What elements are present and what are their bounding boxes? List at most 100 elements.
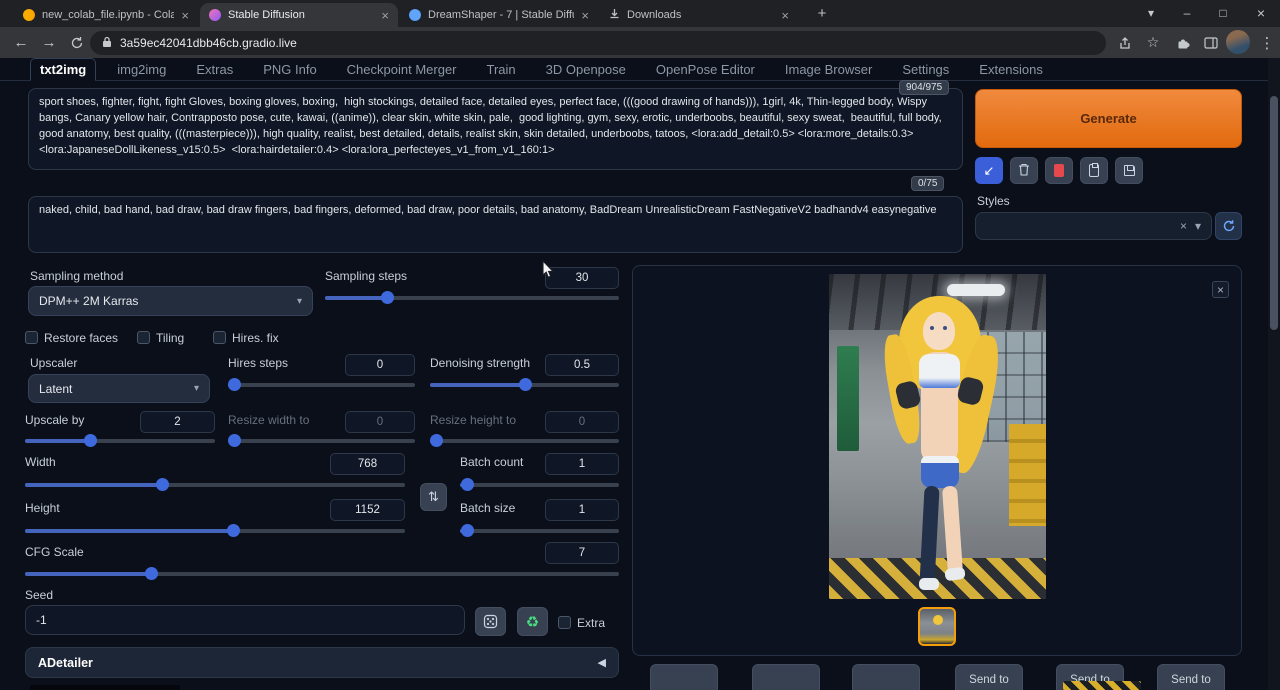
address-bar[interactable]: 3a59ec42041dbb46cb.gradio.live xyxy=(90,31,1106,55)
extra-networks-button[interactable] xyxy=(1045,157,1073,184)
extensions-puzzle-icon[interactable] xyxy=(1170,30,1196,55)
random-seed-button[interactable] xyxy=(475,607,506,636)
save-button[interactable] xyxy=(650,664,718,690)
tab-3d-openpose[interactable]: 3D Openpose xyxy=(537,59,635,80)
window-maximize-button[interactable]: □ xyxy=(1206,0,1240,26)
bookmark-star-icon[interactable]: ☆ xyxy=(1140,30,1166,55)
width-slider[interactable] xyxy=(25,477,405,492)
tab-openpose-editor[interactable]: OpenPose Editor xyxy=(647,59,764,80)
resize-width-slider[interactable] xyxy=(228,433,415,448)
send-button-3[interactable] xyxy=(852,664,920,690)
resize-height-input[interactable]: 0 xyxy=(545,411,619,433)
tab-extras[interactable]: Extras xyxy=(187,59,242,80)
gallery-close-icon[interactable]: × xyxy=(1212,281,1229,298)
trash-icon xyxy=(1018,163,1030,179)
chevron-down-icon: ▾ xyxy=(297,296,302,307)
hires-steps-slider[interactable] xyxy=(228,377,415,392)
zip-button[interactable] xyxy=(752,664,820,690)
reuse-seed-button[interactable]: ♻ xyxy=(517,607,548,636)
clear-prompt-button[interactable] xyxy=(1010,157,1038,184)
cfg-scale-slider[interactable] xyxy=(25,566,619,581)
restore-faces-checkbox[interactable] xyxy=(25,331,38,344)
window-close-button[interactable]: × xyxy=(1244,0,1278,26)
send-to-extras-button[interactable]: Send to xyxy=(1157,664,1225,690)
refresh-styles-button[interactable] xyxy=(1215,212,1242,240)
profile-avatar[interactable] xyxy=(1226,30,1250,54)
restore-faces-label: Restore faces xyxy=(44,331,118,345)
denoising-strength-slider[interactable] xyxy=(430,377,619,392)
width-label: Width xyxy=(25,455,56,469)
height-input[interactable]: 1152 xyxy=(330,499,405,521)
sampling-method-dropdown[interactable]: DPM++ 2M Karras ▾ xyxy=(28,286,313,316)
tab-image-browser[interactable]: Image Browser xyxy=(776,59,881,80)
generated-image[interactable] xyxy=(829,274,1046,599)
cfg-scale-input[interactable]: 7 xyxy=(545,542,619,564)
prompt-input[interactable]: sport shoes, fighter, fight, fight Glove… xyxy=(28,88,963,170)
window-minimize-button[interactable]: – xyxy=(1170,0,1204,26)
chevron-down-icon: ▾ xyxy=(194,383,199,394)
scrollbar-thumb[interactable] xyxy=(1270,96,1278,330)
sampling-steps-slider[interactable] xyxy=(325,290,619,305)
forward-icon[interactable]: → xyxy=(36,30,62,55)
tab-close-icon[interactable]: × xyxy=(581,8,589,23)
tab-png-info[interactable]: PNG Info xyxy=(254,59,325,80)
sampling-steps-input[interactable]: 30 xyxy=(545,267,619,289)
upscale-by-input[interactable]: 2 xyxy=(140,411,215,433)
tab-checkpoint-merger[interactable]: Checkpoint Merger xyxy=(338,59,466,80)
tab-search-icon[interactable]: ▾ xyxy=(1134,0,1168,26)
tab-img2img[interactable]: img2img xyxy=(108,59,175,80)
resize-width-input[interactable]: 0 xyxy=(345,411,415,433)
upscaler-dropdown[interactable]: Latent ▾ xyxy=(28,374,210,403)
negative-prompt-input[interactable]: naked, child, bad hand, bad draw, bad dr… xyxy=(28,196,963,253)
denoising-strength-input[interactable]: 0.5 xyxy=(545,354,619,376)
hires-fix-checkbox[interactable] xyxy=(213,331,226,344)
styles-dropdown[interactable]: × ▾ xyxy=(975,212,1212,240)
extra-seed-checkbox[interactable] xyxy=(558,616,571,629)
resize-height-slider[interactable] xyxy=(430,433,619,448)
gallery-thumbnail[interactable] xyxy=(918,607,956,646)
browser-menu-icon[interactable]: ⋮ xyxy=(1254,30,1280,55)
tab-settings[interactable]: Settings xyxy=(893,59,958,80)
tab-close-icon[interactable]: × xyxy=(381,8,389,23)
tab-extensions[interactable]: Extensions xyxy=(970,59,1052,80)
adetailer-accordion[interactable]: ADetailer ◀ xyxy=(25,647,619,678)
batch-size-input[interactable]: 1 xyxy=(545,499,619,521)
hires-steps-input[interactable]: 0 xyxy=(345,354,415,376)
height-slider[interactable] xyxy=(25,523,405,538)
batch-count-input[interactable]: 1 xyxy=(545,453,619,475)
tab-close-icon[interactable]: × xyxy=(781,8,789,23)
share-icon[interactable] xyxy=(1112,30,1138,55)
tiling-checkbox[interactable] xyxy=(137,331,150,344)
tab-txt2img[interactable]: txt2img xyxy=(30,58,96,81)
new-tab-button[interactable]: + xyxy=(808,0,836,26)
tab-train[interactable]: Train xyxy=(478,59,525,80)
reload-icon[interactable] xyxy=(64,30,90,55)
batch-count-slider[interactable] xyxy=(460,477,619,492)
sampling-method-label: Sampling method xyxy=(30,269,123,283)
browser-tab-colab[interactable]: new_colab_file.ipynb - Colaborat × xyxy=(14,3,198,27)
browser-tab-dreamshaper[interactable]: DreamShaper - 7 | Stable Diffusi × xyxy=(400,3,598,27)
negative-token-counter: 0/75 xyxy=(911,176,944,191)
side-panel-icon[interactable] xyxy=(1198,30,1224,55)
send-to-img2img-button[interactable]: Send to xyxy=(955,664,1023,690)
generate-button[interactable]: Generate xyxy=(975,89,1242,148)
seed-input[interactable] xyxy=(25,605,465,635)
save-style-button[interactable] xyxy=(1115,157,1143,184)
collapse-arrow-icon: ◀ xyxy=(598,656,606,669)
url-text: 3a59ec42041dbb46cb.gradio.live xyxy=(120,36,297,50)
upscale-by-slider[interactable] xyxy=(25,433,215,448)
sampling-method-value: DPM++ 2M Karras xyxy=(39,294,138,308)
tab-title: DreamShaper - 7 | Stable Diffusi xyxy=(428,9,574,21)
browser-tab-stable-diffusion[interactable]: Stable Diffusion × xyxy=(200,3,398,27)
swap-dimensions-button[interactable]: ⇅ xyxy=(420,483,447,511)
tab-close-icon[interactable]: × xyxy=(181,8,189,23)
width-input[interactable]: 768 xyxy=(330,453,405,475)
height-label: Height xyxy=(25,501,60,515)
paste-params-button[interactable]: ↙ xyxy=(975,157,1003,184)
colab-favicon xyxy=(23,9,35,21)
apply-style-button[interactable] xyxy=(1080,157,1108,184)
batch-size-slider[interactable] xyxy=(460,523,619,538)
clear-selection-icon[interactable]: × xyxy=(1180,219,1187,233)
browser-tab-downloads[interactable]: Downloads × xyxy=(600,3,798,27)
back-icon[interactable]: ← xyxy=(8,30,34,55)
